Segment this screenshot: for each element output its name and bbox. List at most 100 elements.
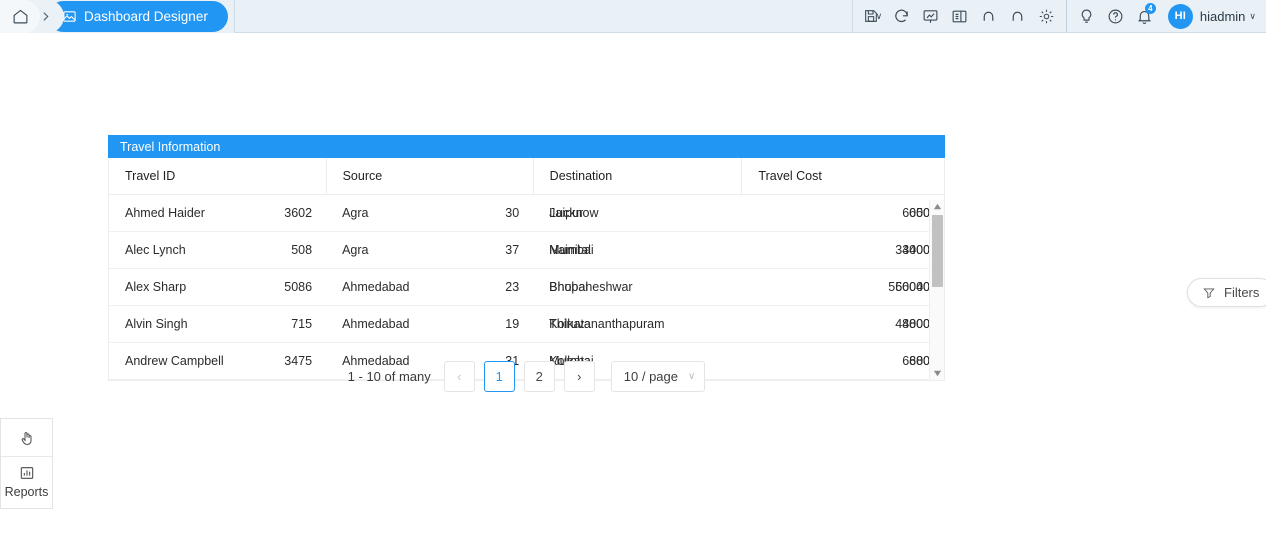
tab-label: Dashboard Designer xyxy=(84,9,208,24)
editor-toolbar: ∨ xyxy=(851,0,1066,33)
cell-travel-id: Ahmed Haider 3602 xyxy=(109,194,327,232)
settings-button[interactable] xyxy=(1033,0,1060,33)
tab-strip-empty xyxy=(233,0,852,33)
system-toolbar: 4 HI hiadmin ∨ xyxy=(1065,0,1266,33)
cell-travel-cost: 6000 650 xyxy=(741,194,944,232)
source-number: 30 xyxy=(505,206,520,220)
cell-source: Ahmedabad 23 xyxy=(326,268,534,306)
widget-title: Travel Information xyxy=(108,135,945,158)
column-header-travel-id[interactable]: Travel ID xyxy=(109,158,327,195)
cell-travel-cost: 34000 3400 xyxy=(741,231,944,269)
cell-travel-cost: 56000 560040 xyxy=(741,268,944,306)
source-name: Agra xyxy=(342,206,369,220)
cost-secondary: 4800 xyxy=(902,317,930,331)
cost-overlap: 48000 4800 xyxy=(895,317,930,331)
destination-secondary: Nainital xyxy=(549,243,591,257)
undo-button[interactable] xyxy=(975,0,1002,33)
page-button-2[interactable]: 2 xyxy=(523,361,555,392)
destination-overlap: Thiruvananthapuram Kolkata xyxy=(549,317,664,331)
source-number: 23 xyxy=(505,280,520,294)
table-header-row: Travel ID Source Destination Travel Cost xyxy=(109,158,944,195)
travel-id-name: Alvin Singh xyxy=(125,317,188,331)
cost-secondary: 560040 xyxy=(888,280,930,294)
notifications-button[interactable]: 4 xyxy=(1131,0,1158,33)
destination-secondary: Jaipur xyxy=(549,206,584,220)
dock-item-label: Reports xyxy=(4,485,49,499)
cell-destination: Lucknow Jaipur xyxy=(533,194,742,232)
table-row[interactable]: Ahmed Haider 3602 Agra 30 Lucknow Jaipur 60… xyxy=(109,194,944,232)
ideas-button[interactable] xyxy=(1073,0,1100,33)
source-name: Agra xyxy=(342,243,369,257)
scrollbar-track[interactable] xyxy=(930,213,945,367)
save-dropdown-button[interactable]: ∨ xyxy=(859,0,886,33)
table-row[interactable]: Alex Sharp 5086 Ahmedabad 23 Bhubaneshwar B… xyxy=(109,268,944,306)
column-header-source[interactable]: Source xyxy=(326,158,534,195)
tab-dashboard-designer[interactable]: Dashboard Designer xyxy=(48,1,228,32)
travel-information-widget: Travel Information Travel ID Source Dest… xyxy=(108,135,945,381)
travel-id-name: Alex Sharp xyxy=(125,280,187,294)
destination-overlap: Mumbai Nainital xyxy=(549,243,593,257)
left-dock: Reports xyxy=(0,418,53,509)
destination-secondary: Bhopal xyxy=(549,280,589,294)
table-row[interactable]: Alec Lynch 508 Agra 37 Mumbai Nainital 3400… xyxy=(109,231,944,269)
chevron-down-icon: ∨ xyxy=(875,10,883,21)
hand-pointer-icon xyxy=(19,430,35,446)
cell-travel-cost: 48000 4800 xyxy=(741,305,944,343)
travel-id-name: Ahmed Haider xyxy=(125,206,205,220)
table-scrollbar[interactable] xyxy=(929,200,944,380)
destination-secondary: Kolkata xyxy=(549,317,591,331)
next-page-button[interactable]: › xyxy=(563,361,595,392)
table-container: Travel ID Source Destination Travel Cost… xyxy=(108,158,945,381)
presentation-button[interactable] xyxy=(917,0,944,33)
user-menu[interactable]: HI hiadmin ∨ xyxy=(1160,0,1266,33)
scroll-up-button[interactable] xyxy=(933,200,942,213)
cost-secondary: 3400 xyxy=(902,243,930,257)
source-name: Ahmedabad xyxy=(342,317,410,331)
travel-id-number: 5086 xyxy=(284,280,313,294)
page-button-1[interactable]: 1 xyxy=(483,361,515,392)
avatar: HI xyxy=(1167,3,1193,29)
filters-label: Filters xyxy=(1224,285,1260,300)
cell-source: Agra 37 xyxy=(326,231,534,269)
scrollbar-thumb[interactable] xyxy=(931,215,943,287)
source-number: 19 xyxy=(505,317,520,331)
chevron-down-icon: ∨ xyxy=(1249,10,1256,21)
help-button[interactable] xyxy=(1102,0,1129,33)
chevron-right-icon xyxy=(39,10,52,23)
column-header-travel-cost[interactable]: Travel Cost xyxy=(741,158,944,195)
cell-travel-id: Alex Sharp 5086 xyxy=(109,268,327,306)
top-bar: Dashboard Designer ∨ 4 HI hiadmin ∨ xyxy=(0,0,1266,33)
pointer-tool-button[interactable] xyxy=(1,419,52,457)
home-button[interactable] xyxy=(0,0,40,33)
funnel-icon xyxy=(1202,286,1216,300)
panel-toggle-button[interactable] xyxy=(946,0,973,33)
page-size-select[interactable]: 10 / page ∨ xyxy=(610,361,706,392)
cost-overlap: 34000 3400 xyxy=(895,243,930,257)
cell-destination: Thiruvananthapuram Kolkata xyxy=(533,305,742,343)
home-icon xyxy=(12,8,29,25)
filters-button[interactable]: Filters xyxy=(1187,278,1266,307)
redo-button[interactable] xyxy=(1004,0,1031,33)
notification-badge: 4 xyxy=(1144,2,1156,14)
cost-secondary: 650 xyxy=(909,206,930,220)
cell-travel-id: Alvin Singh 715 xyxy=(109,305,327,343)
cell-destination: Bhubaneshwar Bhopal xyxy=(533,268,742,306)
image-icon xyxy=(62,9,77,24)
prev-page-button[interactable]: ‹ xyxy=(443,361,475,392)
destination-overlap: Bhubaneshwar Bhopal xyxy=(549,280,632,294)
travel-table: Travel ID Source Destination Travel Cost… xyxy=(109,158,944,380)
cost-overlap: 56000 560040 xyxy=(888,280,930,294)
chevron-down-icon: ∨ xyxy=(688,371,696,382)
cost-overlap: 6000 650 xyxy=(902,206,930,220)
dock-item-reports[interactable]: Reports xyxy=(1,457,52,508)
refresh-button[interactable] xyxy=(888,0,915,33)
pagination: 1 - 10 of many ‹ 1 2 › 10 / page ∨ xyxy=(108,361,945,392)
travel-id-name: Alec Lynch xyxy=(125,243,186,257)
page-size-label: 10 / page xyxy=(623,369,678,384)
breadcrumb: Dashboard Designer xyxy=(0,0,228,33)
cell-source: Ahmedabad 19 xyxy=(326,305,534,343)
column-header-destination[interactable]: Destination xyxy=(533,158,743,195)
cell-travel-id: Alec Lynch 508 xyxy=(109,231,327,269)
table-row[interactable]: Alvin Singh 715 Ahmedabad 19 Thiruvanantha… xyxy=(109,305,944,343)
travel-id-number: 508 xyxy=(291,243,313,257)
